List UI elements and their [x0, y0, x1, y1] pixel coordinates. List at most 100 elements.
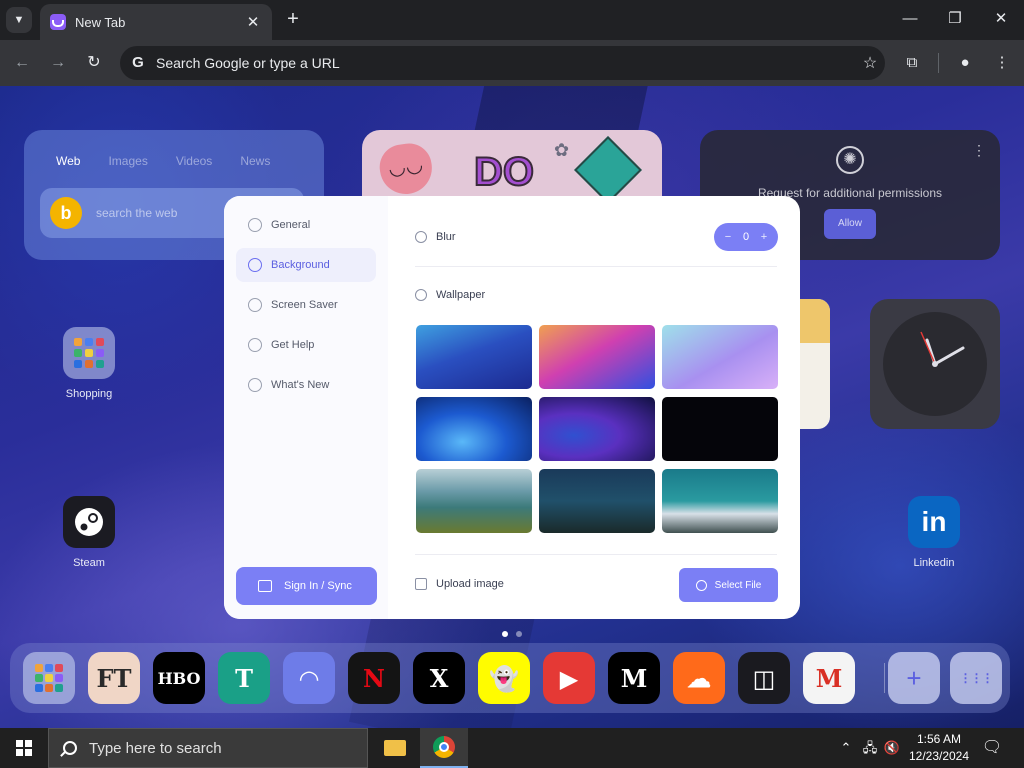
- steam-shortcut[interactable]: [63, 496, 115, 548]
- settings-menu-background[interactable]: Background: [236, 248, 376, 282]
- wallpaper-thumb-3[interactable]: [662, 325, 778, 389]
- settings-menu-get-help[interactable]: Get Help: [236, 328, 376, 362]
- dock-folder[interactable]: [23, 652, 75, 704]
- blur-stepper[interactable]: − 0 +: [714, 223, 778, 251]
- file-icon: [695, 579, 707, 591]
- minimize-button[interactable]: —: [899, 8, 921, 30]
- soundcloud-icon: ☁: [687, 663, 711, 693]
- wallpaper-thumb-9[interactable]: [662, 469, 778, 533]
- sign-in-label: Sign In / Sync: [284, 580, 352, 592]
- app-grid-icon: [74, 338, 104, 368]
- dock-app-twitch[interactable]: ◫: [738, 652, 790, 704]
- upload-row: Upload image: [415, 578, 504, 590]
- telegraph-icon: T: [235, 663, 253, 693]
- settings-menu-what-s-new[interactable]: What's New: [236, 368, 376, 402]
- menu-kebab-icon[interactable]: ⋮: [990, 51, 1014, 75]
- tab-strip: ▼ New Tab ✕ + — ❐ ✕: [0, 0, 1024, 40]
- search-tab-images[interactable]: Images: [108, 154, 147, 168]
- netflix-icon: N: [363, 663, 385, 693]
- profile-icon[interactable]: ●: [953, 51, 977, 75]
- toolbar-divider: [938, 53, 939, 73]
- page-indicator-dot[interactable]: [516, 631, 522, 637]
- sign-in-icon: [258, 580, 272, 592]
- forward-arrow-icon[interactable]: →: [46, 51, 70, 75]
- wallpaper-thumb-5[interactable]: [539, 397, 655, 461]
- chatgpt-icon: ✺: [836, 146, 864, 174]
- minus-icon[interactable]: −: [722, 231, 734, 243]
- menu-item-icon: [248, 338, 262, 352]
- tab-new-tab[interactable]: New Tab ✕: [40, 4, 272, 40]
- search-engine-tabs: Web Images Videos News: [56, 154, 270, 168]
- page-indicator-dot-active[interactable]: [502, 631, 508, 637]
- linkedin-shortcut[interactable]: in: [908, 496, 960, 548]
- blur-value: 0: [742, 231, 750, 243]
- taskbar-clock[interactable]: 1:56 AM 12/23/2024: [898, 731, 980, 765]
- wallpaper-thumb-1[interactable]: [416, 325, 532, 389]
- close-window-button[interactable]: ✕: [990, 8, 1012, 30]
- tab-favicon-icon: [50, 14, 66, 30]
- folder-icon: [384, 740, 406, 756]
- new-tab-button[interactable]: +: [282, 8, 304, 30]
- dock-app-telegraph[interactable]: T: [218, 652, 270, 704]
- hbo-icon: HBO: [157, 668, 201, 688]
- x-icon: X: [429, 663, 449, 693]
- dock-app-snapchat[interactable]: 👻: [478, 652, 530, 704]
- search-tab-videos[interactable]: Videos: [176, 154, 212, 168]
- dock-app-ft[interactable]: FT: [88, 652, 140, 704]
- allow-button[interactable]: Allow: [824, 209, 876, 239]
- shopping-folder[interactable]: [63, 327, 115, 379]
- file-explorer-button[interactable]: [371, 728, 419, 768]
- medium-icon: M: [620, 663, 648, 693]
- dock-divider: [884, 663, 885, 693]
- dock-app-netflix[interactable]: N: [348, 652, 400, 704]
- extensions-puzzle-icon[interactable]: ⧉: [900, 51, 924, 75]
- tab-search-button[interactable]: ▼: [6, 7, 32, 33]
- bookmark-star-icon[interactable]: ☆: [855, 53, 885, 73]
- dock-app-youtube[interactable]: ▶: [543, 652, 595, 704]
- dock-app-medium[interactable]: M: [608, 652, 660, 704]
- search-tab-news[interactable]: News: [240, 154, 270, 168]
- back-arrow-icon[interactable]: ←: [10, 51, 34, 75]
- search-tab-web[interactable]: Web: [56, 154, 80, 168]
- reload-icon[interactable]: ↻: [82, 51, 106, 75]
- wallpaper-thumb-2[interactable]: [539, 325, 655, 389]
- settings-menu-general[interactable]: General: [236, 208, 376, 242]
- settings-menu-label: Background: [271, 259, 330, 271]
- sign-in-sync-button[interactable]: Sign In / Sync: [236, 567, 377, 605]
- taskbar-search-box[interactable]: Type here to search: [48, 728, 368, 768]
- network-icon[interactable]: 🖧: [860, 738, 880, 758]
- youtube-icon: ▶: [559, 663, 579, 693]
- plus-icon[interactable]: +: [758, 231, 770, 243]
- dock-app-gmail[interactable]: M: [803, 652, 855, 704]
- wallpaper-row: Wallpaper: [415, 289, 485, 301]
- restore-button[interactable]: ❐: [944, 8, 966, 30]
- dock-app-hbo[interactable]: HBO: [153, 652, 205, 704]
- address-bar[interactable]: G Search Google or type a URL ☆: [120, 46, 885, 80]
- add-shortcut-button[interactable]: +: [888, 652, 940, 704]
- chevron-up-icon[interactable]: ⌃: [838, 738, 854, 758]
- section-divider: [415, 266, 777, 267]
- google-icon: G: [132, 54, 144, 71]
- analog-clock-icon: [883, 312, 987, 416]
- wallpaper-thumb-4[interactable]: [416, 397, 532, 461]
- all-apps-button[interactable]: ⋮⋮⋮: [950, 652, 1002, 704]
- dock-app-x[interactable]: X: [413, 652, 465, 704]
- notifications-icon[interactable]: 🗨: [980, 738, 1004, 758]
- wallpaper-thumb-8[interactable]: [539, 469, 655, 533]
- heart-sticker-icon: ◡◡: [376, 140, 436, 198]
- dock-app-soundcloud[interactable]: ☁: [673, 652, 725, 704]
- close-icon[interactable]: ✕: [244, 13, 262, 31]
- menu-item-icon: [248, 218, 262, 232]
- wallpaper-thumb-7[interactable]: [416, 469, 532, 533]
- shortcut-label-steam: Steam: [73, 557, 105, 569]
- chrome-taskbar-button[interactable]: [420, 728, 468, 768]
- settings-menu-screen-saver[interactable]: Screen Saver: [236, 288, 376, 322]
- upload-label: Upload image: [436, 578, 504, 590]
- select-file-button[interactable]: Select File: [679, 568, 778, 602]
- dock-app-discord[interactable]: ◠: [283, 652, 335, 704]
- widget-menu-icon[interactable]: ⋮: [972, 142, 986, 159]
- gem-sticker-icon: [574, 136, 642, 204]
- section-divider: [415, 554, 777, 555]
- start-button[interactable]: [0, 728, 48, 768]
- wallpaper-thumb-6[interactable]: [662, 397, 778, 461]
